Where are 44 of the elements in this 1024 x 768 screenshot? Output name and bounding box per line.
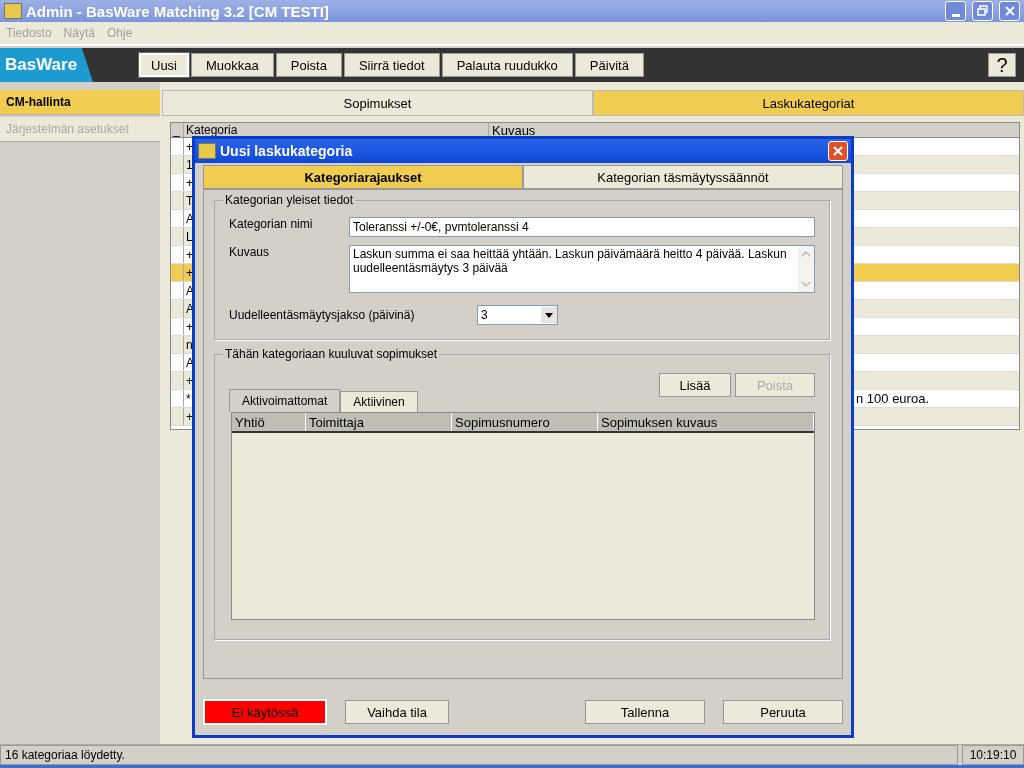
- dialog-button[interactable]: Tallenna: [585, 700, 705, 724]
- group-label: Kategorian yleiset tiedot: [223, 193, 356, 207]
- minimize-button[interactable]: [945, 1, 966, 21]
- tab[interactable]: Kategorian täsmäytyssäännöt: [523, 165, 843, 189]
- period-dropdown[interactable]: 3: [477, 305, 558, 325]
- toolbar-button[interactable]: Palauta ruudukko: [441, 53, 573, 77]
- table-cell: n 100 euroa.: [856, 391, 929, 406]
- name-field[interactable]: Toleranssi +/-0€, pvmtoleranssi 4: [349, 217, 815, 237]
- column-header[interactable]: Yhtiö: [232, 413, 306, 431]
- tab[interactable]: Aktiivinen: [340, 391, 418, 412]
- tab[interactable]: Aktivoimattomat: [229, 389, 341, 412]
- minimize-icon: [951, 13, 960, 17]
- restore-button[interactable]: [972, 1, 993, 21]
- column-header[interactable]: Sopimusnumero: [452, 413, 598, 431]
- column-header[interactable]: Sopimuksen kuvaus: [598, 413, 814, 431]
- column-header[interactable]: Toimittaja: [306, 413, 452, 431]
- tab[interactable]: Kategoriarajaukset: [203, 165, 523, 189]
- tab[interactable]: Sopimukset: [162, 90, 593, 116]
- tab[interactable]: Laskukategoriat: [593, 90, 1024, 116]
- sidebar-item[interactable]: CM-hallinta: [0, 90, 160, 115]
- toolbar-button[interactable]: Siirrä tiedot: [343, 53, 440, 77]
- app-icon: [4, 3, 22, 19]
- close-button[interactable]: [828, 141, 848, 161]
- toolbar-button[interactable]: Päivitä: [574, 53, 644, 77]
- status-message: 16 kategoriaa löydetty.: [0, 745, 958, 765]
- toolbar-button[interactable]: Uusi: [139, 53, 189, 77]
- toolbar-button[interactable]: Muokkaa: [191, 53, 274, 77]
- status-time: 10:19:10: [962, 745, 1024, 765]
- app-icon: [198, 143, 216, 159]
- logo: BasWare: [0, 48, 93, 82]
- action-button[interactable]: Lisää: [659, 373, 731, 397]
- dialog-button[interactable]: Peruuta: [723, 700, 843, 724]
- restore-icon: [974, 3, 991, 19]
- close-button[interactable]: [999, 1, 1020, 21]
- column-header[interactable]: Kuvaus: [489, 123, 1019, 137]
- status-indicator: Ei käytössä: [203, 699, 327, 725]
- description-field[interactable]: Laskun summa ei saa heittää yhtään. Laskun päivämäärä heitto 4 päivää. Laskun uudelleentäsmäytys 3 päivää: [349, 245, 815, 293]
- help-button[interactable]: ?: [988, 53, 1016, 77]
- dialog-button[interactable]: Vaihda tila: [345, 700, 449, 724]
- column-header[interactable]: _: [171, 123, 184, 137]
- window-title: Admin - BasWare Matching 3.2 [CM TESTI]: [26, 2, 330, 20]
- field-label: Kuvaus: [229, 245, 271, 261]
- toolbar-button[interactable]: Poista: [275, 53, 342, 77]
- group-label: Tähän kategoriaan kuuluvat sopimukset: [223, 347, 440, 361]
